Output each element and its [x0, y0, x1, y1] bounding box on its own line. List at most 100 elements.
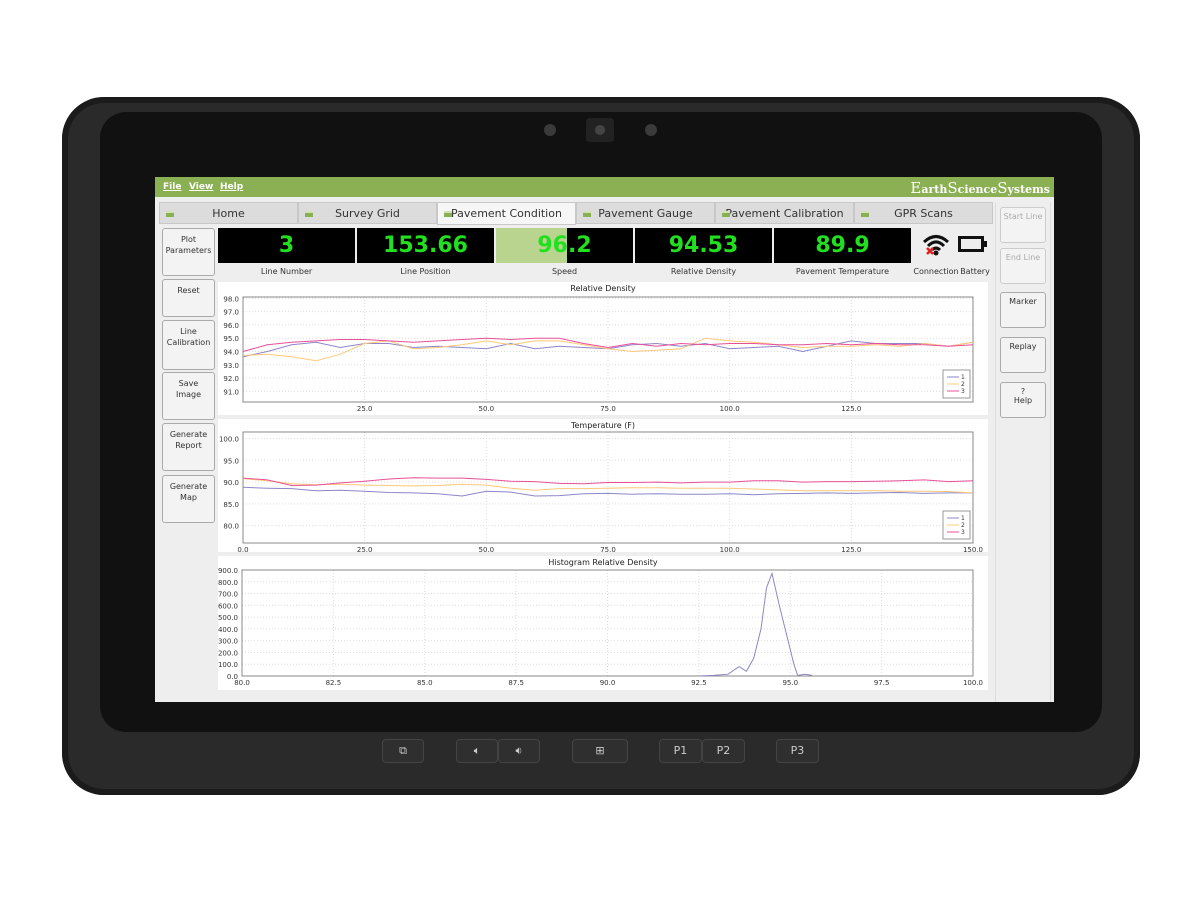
button-label: Map	[180, 493, 197, 502]
series-line-histogram	[698, 571, 813, 677]
chart-title: Relative Density	[570, 284, 636, 293]
app-window: File View Help EarthScienceSystems Conne…	[155, 177, 1054, 702]
relative-density-readout: 94.53	[635, 228, 772, 263]
readout-value: 94.53	[668, 233, 739, 258]
y-tick-label: 80.0	[223, 523, 239, 531]
legend-label: 2	[961, 381, 965, 388]
volume-down-button[interactable]: 🔈︎	[456, 739, 498, 763]
x-tick-label: 75.0	[600, 405, 616, 413]
y-tick-label: 400.0	[218, 626, 238, 634]
y-tick-label: 90.0	[223, 479, 239, 487]
p1-button[interactable]: P1	[659, 739, 702, 763]
legend-label: 3	[961, 388, 965, 395]
temperature-chart: Temperature (F) 80.0 85.0 90.0 95.0 100.0 0.0 2…	[218, 419, 988, 554]
legend-label: 1	[961, 374, 965, 381]
marker-button[interactable]: Marker	[1000, 292, 1046, 328]
tab-icon	[583, 211, 591, 217]
x-tick-label: 87.5	[508, 679, 524, 687]
y-tick-label: 800.0	[218, 579, 238, 587]
save-image-button[interactable]: Save Image	[162, 372, 215, 420]
rotate-button[interactable]: ⧉	[382, 739, 424, 763]
p2-button[interactable]: P2	[702, 739, 745, 763]
tab-gpr-scans[interactable]: GPR Scans	[854, 202, 993, 224]
x-tick-label: 97.5	[874, 679, 890, 687]
volume-up-icon: 🔉︎	[515, 744, 523, 757]
rotate-icon: ⧉	[399, 744, 407, 757]
tab-label: Pavement Calibration	[725, 207, 844, 220]
tab-icon	[305, 211, 313, 217]
tab-survey-grid[interactable]: Survey Grid	[298, 202, 437, 224]
button-label: Generate	[169, 430, 208, 439]
tab-pavement-calibration[interactable]: Pavement Calibration	[715, 202, 854, 224]
volume-up-button[interactable]: 🔉︎	[498, 739, 540, 763]
legend-label: 2	[961, 522, 965, 529]
x-tick-label: 85.0	[417, 679, 433, 687]
readout-label: Line Position	[400, 267, 451, 276]
y-tick-label: 91.0	[223, 388, 239, 396]
menu-view[interactable]: View	[189, 182, 213, 192]
line-number-readout: 3	[218, 228, 355, 263]
help-icon: ?	[1001, 387, 1045, 396]
y-tick-label: 97.0	[223, 309, 239, 317]
tab-label: GPR Scans	[894, 207, 953, 220]
x-tick-label: 125.0	[841, 405, 861, 413]
battery-label: Battery	[960, 267, 990, 276]
y-tick-label: 95.0	[223, 457, 239, 465]
x-tick-label: 95.0	[782, 679, 798, 687]
line-calibration-button[interactable]: Line Calibration	[162, 320, 215, 370]
relative-density-chart: Relative Density 91.0 92.0 93.0 94.0 95.0 96.0…	[218, 282, 988, 415]
x-tick-label: 50.0	[479, 546, 495, 552]
button-label: Marker	[1009, 297, 1037, 306]
end-line-button[interactable]: End Line	[1000, 248, 1046, 284]
plot-frame	[242, 431, 974, 544]
y-tick-label: 100.0	[219, 436, 239, 444]
button-label: Image	[175, 390, 202, 399]
menu-help[interactable]: Help	[220, 182, 243, 192]
connection-label: Connection	[913, 267, 959, 276]
x-tick-label: 100.0	[963, 679, 983, 687]
battery-icon	[958, 236, 987, 252]
tab-icon	[166, 211, 174, 217]
help-button[interactable]: ? Help	[1000, 382, 1046, 418]
button-label: Parameters	[165, 246, 212, 255]
plot-parameters-button[interactable]: Plot Parameters	[162, 228, 215, 276]
y-tick-label: 96.0	[223, 322, 239, 330]
sensor	[645, 124, 657, 136]
tab-label: Pavement Gauge	[598, 207, 693, 220]
tab-pavement-condition[interactable]: Pavement Condition	[437, 202, 576, 225]
y-tick-label: 300.0	[218, 638, 238, 646]
pavement-temperature-readout: 89.9	[774, 228, 911, 263]
x-tick-label: 125.0	[841, 546, 861, 552]
replay-button[interactable]: Replay	[1000, 337, 1046, 373]
y-tick-label: 500.0	[218, 614, 238, 622]
start-line-button[interactable]: Start Line	[1000, 207, 1046, 243]
button-label: Start Line	[1003, 212, 1043, 221]
readout-value: 89.9	[815, 233, 870, 258]
button-label: Calibration	[166, 338, 211, 347]
legend-label: 3	[961, 529, 965, 536]
tab-home[interactable]: Home	[159, 202, 298, 224]
x-tick-label: 82.5	[326, 679, 342, 687]
readout-value: 96.2	[537, 233, 592, 258]
menu-bar: File View Help EarthScienceSystems	[155, 177, 1054, 197]
button-label: Save	[178, 379, 199, 388]
y-tick-label: 700.0	[218, 591, 238, 599]
svg-text:?: ?	[1020, 387, 1026, 396]
readout-label: Pavement Temperature	[795, 267, 890, 276]
tab-pavement-gauge[interactable]: Pavement Gauge	[576, 202, 715, 224]
wifi-disconnected-icon	[922, 235, 950, 256]
button-label: Generate	[169, 482, 208, 491]
tab-label: Pavement Condition	[451, 207, 562, 220]
reset-button[interactable]: Reset	[162, 279, 215, 317]
readout-value: 153.66	[383, 233, 468, 258]
windows-button[interactable]: ⊞	[572, 739, 628, 763]
chart-title: Temperature (F)	[570, 421, 636, 430]
generate-map-button[interactable]: Generate Map	[162, 475, 215, 523]
readout-label: Speed	[551, 267, 578, 276]
readout-label: Line Number	[260, 267, 313, 276]
menu-file[interactable]: File	[163, 182, 181, 192]
p3-button[interactable]: P3	[776, 739, 819, 763]
windows-icon: ⊞	[595, 744, 605, 757]
generate-report-button[interactable]: Generate Report	[162, 423, 215, 471]
x-tick-label: 25.0	[357, 546, 373, 552]
